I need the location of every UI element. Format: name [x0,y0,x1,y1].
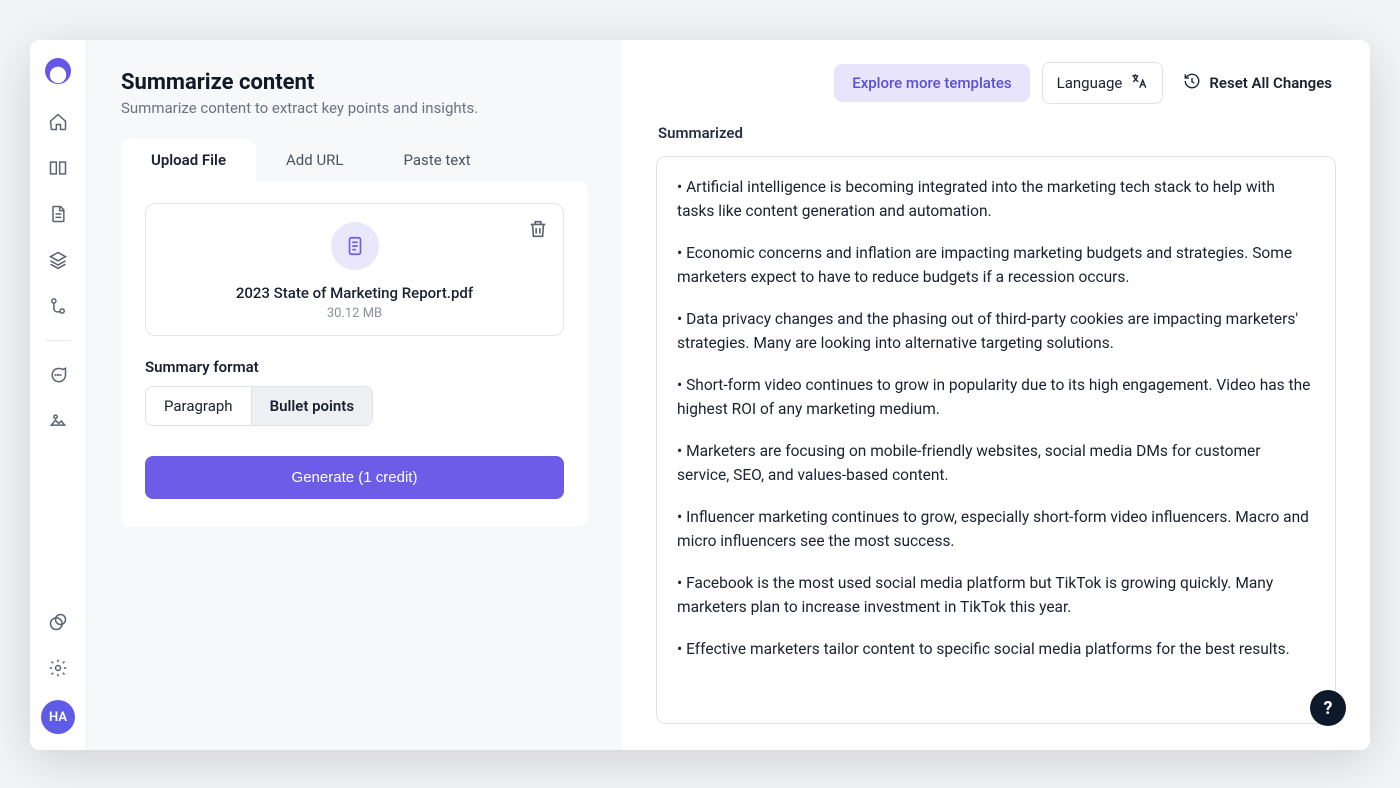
file-name: 2023 State of Marketing Report.pdf [164,284,545,302]
format-paragraph[interactable]: Paragraph [146,387,251,425]
left-panel: Summarize content Summarize content to e… [87,40,622,750]
app-shell: HA Summarize content Summarize content t… [30,40,1370,750]
document-icon [331,222,379,270]
language-button[interactable]: Language [1042,62,1164,104]
output-title: Summarized [658,124,1334,142]
app-logo[interactable] [45,58,71,84]
help-button[interactable]: ? [1310,690,1346,726]
page-title: Summarize content [121,70,588,95]
nav-image[interactable] [44,407,72,435]
sidebar-divider [45,340,71,341]
summary-bullet: • Influencer marketing continues to grow… [677,505,1315,553]
nav-compare[interactable] [44,292,72,320]
summary-bullet: • Data privacy changes and the phasing o… [677,307,1315,355]
input-card: 2023 State of Marketing Report.pdf 30.12… [121,181,588,527]
tab-paste-text[interactable]: Paste text [374,139,501,181]
uploaded-file-box: 2023 State of Marketing Report.pdf 30.12… [145,203,564,336]
summary-bullet: • Artificial intelligence is becoming in… [677,175,1315,223]
translate-icon [1130,72,1148,94]
reset-label: Reset All Changes [1209,74,1332,92]
summary-bullet: • Marketers are focusing on mobile-frien… [677,439,1315,487]
history-icon [1183,72,1201,94]
topbar: Explore more templates Language Reset Al… [622,40,1370,118]
file-size: 30.12 MB [164,306,545,321]
nav-documents[interactable] [44,200,72,228]
output-box[interactable]: • Artificial intelligence is becoming in… [656,156,1336,724]
input-tabs: Upload File Add URL Paste text [121,139,588,181]
nav-chat[interactable] [44,361,72,389]
nav-library[interactable] [44,154,72,182]
nav-layers[interactable] [44,246,72,274]
format-bullet-points[interactable]: Bullet points [251,387,372,425]
nav-home[interactable] [44,108,72,136]
explore-templates-button[interactable]: Explore more templates [834,64,1029,102]
output-area: Summarized • Artificial intelligence is … [656,118,1336,724]
generate-button[interactable]: Generate (1 credit) [145,456,564,499]
sidebar: HA [30,40,87,750]
format-label: Summary format [145,358,564,376]
summary-bullet: • Effective marketers tailor content to … [677,637,1315,661]
language-label: Language [1057,74,1123,92]
format-segmented: Paragraph Bullet points [145,386,373,426]
reset-button[interactable]: Reset All Changes [1175,63,1336,103]
nav-settings[interactable] [44,654,72,682]
tab-add-url[interactable]: Add URL [256,139,373,181]
summary-bullet: • Economic concerns and inflation are im… [677,241,1315,289]
user-avatar[interactable]: HA [41,700,75,734]
nav-usage[interactable] [44,608,72,636]
summary-bullet: • Facebook is the most used social media… [677,571,1315,619]
summary-bullet: • Short-form video continues to grow in … [677,373,1315,421]
delete-file-button[interactable] [527,218,549,240]
tab-upload-file[interactable]: Upload File [121,139,256,181]
right-panel: Explore more templates Language Reset Al… [622,40,1370,750]
page-subtitle: Summarize content to extract key points … [121,99,588,117]
